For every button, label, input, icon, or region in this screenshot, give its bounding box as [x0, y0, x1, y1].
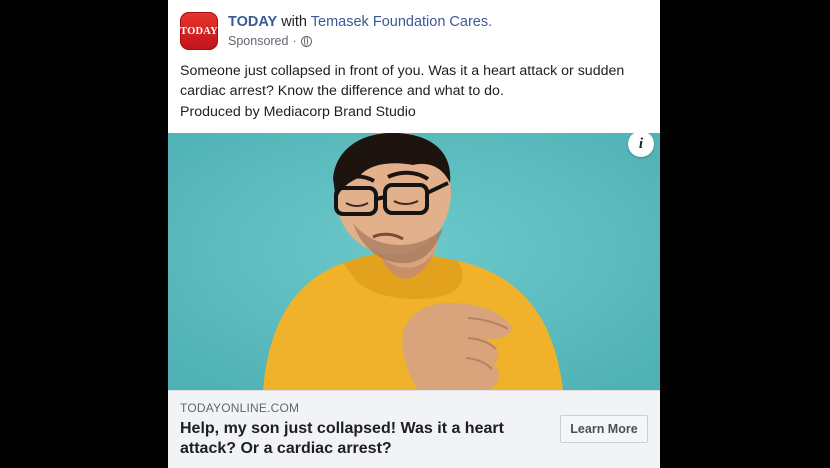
post-meta: Sponsored · — [228, 34, 312, 48]
post-title-line: TODAY with Temasek Foundation Cares. — [228, 14, 492, 30]
man-holding-chest-illustration — [168, 133, 660, 390]
link-domain: TODAYONLINE.COM — [180, 401, 300, 415]
learn-more-button[interactable]: Learn More — [560, 415, 648, 443]
link-preview[interactable]: TODAYONLINE.COM Help, my son just collap… — [168, 390, 660, 468]
post-header: TODAY TODAY with Temasek Foundation Care… — [168, 0, 660, 133]
avatar-logo-text: TODAY — [180, 25, 218, 37]
link-headline[interactable]: Help, my son just collapsed! Was it a he… — [180, 419, 530, 459]
sponsored-post-card: TODAY TODAY with Temasek Foundation Care… — [168, 0, 660, 468]
meta-separator: · — [292, 34, 297, 48]
post-image[interactable] — [168, 133, 660, 390]
sponsored-label[interactable]: Sponsored — [228, 34, 288, 48]
globe-icon[interactable] — [300, 35, 312, 47]
produced-by-text: Produced by Mediacorp Brand Studio — [180, 104, 416, 120]
partner-name-link[interactable]: Temasek Foundation Cares. — [311, 14, 492, 30]
post-body-text: Someone just collapsed in front of you. … — [180, 63, 625, 99]
page-name-link[interactable]: TODAY — [228, 14, 277, 30]
with-text: with — [281, 14, 307, 30]
info-icon[interactable]: i — [628, 131, 654, 157]
page-avatar[interactable]: TODAY — [180, 12, 218, 50]
